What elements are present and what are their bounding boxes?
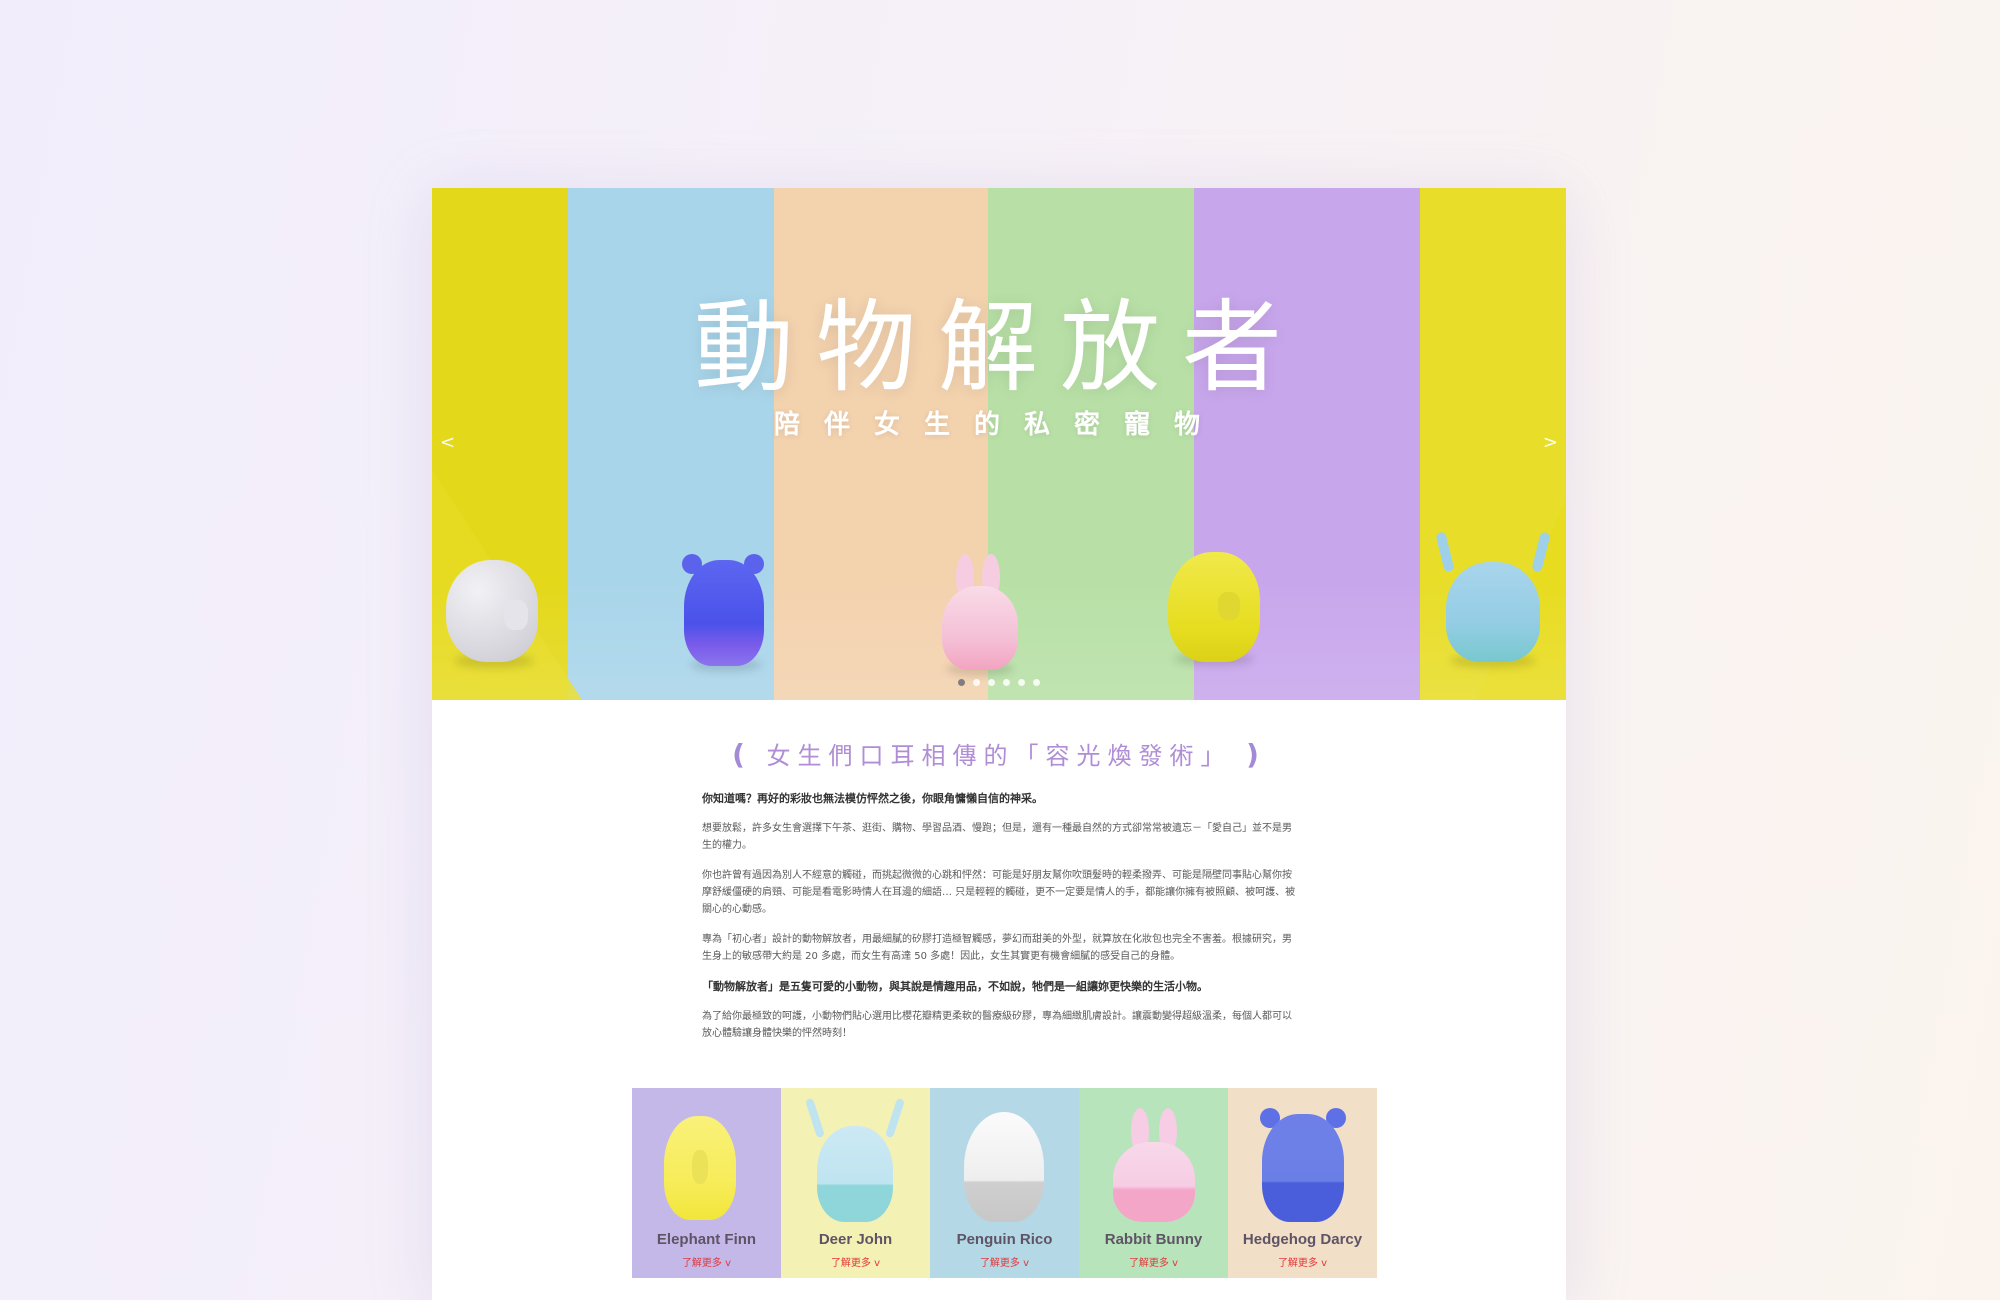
carousel-dots [432,679,1566,686]
hero-title: 動物解放者 [694,289,1304,406]
intro-paragraph: 專為「初心者」設計的動物解放者，用最細膩的矽膠打造極智觸感，夢幻而甜美的外型，就… [702,934,1292,962]
deer-toy-image [817,1126,893,1222]
hedgehog-toy-image [1262,1114,1344,1222]
heading-brace-right: ) [1246,738,1266,771]
intro-paragraph: 想要放鬆，許多女生會選擇下午茶、逛街、購物、學習品酒、慢跑；但是，還有一種最自然… [702,823,1292,851]
carousel-dot[interactable] [988,679,995,686]
heading-brace-left: ( [732,738,752,771]
chevron-down-icon: v [1172,1258,1179,1269]
hero-subtitle: 陪伴女生的私密寵物 [773,410,1224,440]
learn-more-link[interactable]: 了解更多 v [930,1254,1079,1269]
hero-yellow-elephant-toy [1168,552,1264,670]
intro-paragraph: 「動物解放者」是五隻可愛的小動物，與其說是情趣用品，不如說，牠們是一組讓妳更快樂… [702,980,1208,993]
product-tile-elephant-finn[interactable]: Elephant Finn 了解更多 v [632,1088,781,1278]
intro-paragraph: 你知道嗎？再好的彩妝也無法模仿怦然之後，你眼角慵懶自信的神采。 [702,792,1043,805]
hero-carousel: 動物解放者 陪伴女生的私密寵物 < > [432,188,1566,700]
hero-deer-toy [1435,531,1556,672]
carousel-prev-arrow[interactable]: < [440,432,455,453]
product-name: Deer John [818,1231,893,1248]
product-name: Elephant Finn [656,1231,757,1248]
carousel-dot[interactable] [1003,679,1010,686]
rabbit-toy-image [1113,1142,1195,1222]
product-tile-deer-john[interactable]: Deer John 了解更多 v [781,1088,930,1278]
penguin-toy-image [964,1112,1044,1222]
hero-bear-toy [682,554,768,674]
deer-antler-right [885,1097,905,1139]
learn-more-link[interactable]: 了解更多 v [1079,1254,1228,1269]
chevron-down-icon: v [725,1258,732,1269]
product-name: Penguin Rico [956,1231,1053,1248]
product-tile-rabbit-bunny[interactable]: Rabbit Bunny 了解更多 v [1079,1088,1228,1278]
chevron-down-icon: v [1321,1258,1328,1269]
elephant-trunk [692,1150,708,1184]
intro-paragraph: 為了給你最極致的呵護，小動物們貼心選用比櫻花瓣精更柔軟的醫療級矽膠，專為細緻肌膚… [702,1011,1292,1039]
product-tile-penguin-rico[interactable]: Penguin Rico 了解更多 v [930,1088,1079,1278]
learn-more-link[interactable]: 了解更多 v [632,1254,781,1269]
learn-more-link[interactable]: 了解更多 v [1228,1254,1377,1269]
product-tile-hedgehog-darcy[interactable]: Hedgehog Darcy 了解更多 v [1228,1088,1377,1278]
intro-article: 你知道嗎？再好的彩妝也無法模仿怦然之後，你眼角慵懶自信的神采。 想要放鬆，許多女… [702,790,1296,1055]
page-card: 動物解放者 陪伴女生的私密寵物 < > (女生們口耳相傳的「容光煥發術」) … [432,188,1566,1300]
product-tiles: Elephant Finn 了解更多 v Deer John 了解更多 v Pe… [632,1088,1377,1278]
intro-paragraph: 你也許曾有過因為別人不經意的觸碰，而挑起微微的心跳和怦然：可能是好朋友幫你吹頭髮… [702,870,1296,915]
carousel-dot[interactable] [1018,679,1025,686]
carousel-dot[interactable] [973,679,980,686]
product-name: Hedgehog Darcy [1242,1231,1363,1248]
product-name: Rabbit Bunny [1104,1231,1203,1248]
section-heading: ( 女生們口耳相傳的「容光煥發術」 ) [432,736,1566,771]
carousel-next-arrow[interactable]: > [1543,432,1558,453]
section-heading-text: 女生們口耳相傳的「容光煥發術」 [766,742,1232,770]
hero-rabbit-toy [940,554,1020,678]
chevron-down-icon: v [1023,1258,1030,1269]
learn-more-link[interactable]: 了解更多 v [781,1254,930,1269]
chevron-down-icon: v [874,1258,881,1269]
hero-elephant-toy [446,560,542,670]
carousel-dot[interactable] [1033,679,1040,686]
carousel-dot[interactable] [958,679,965,686]
deer-antler-left [805,1097,825,1139]
